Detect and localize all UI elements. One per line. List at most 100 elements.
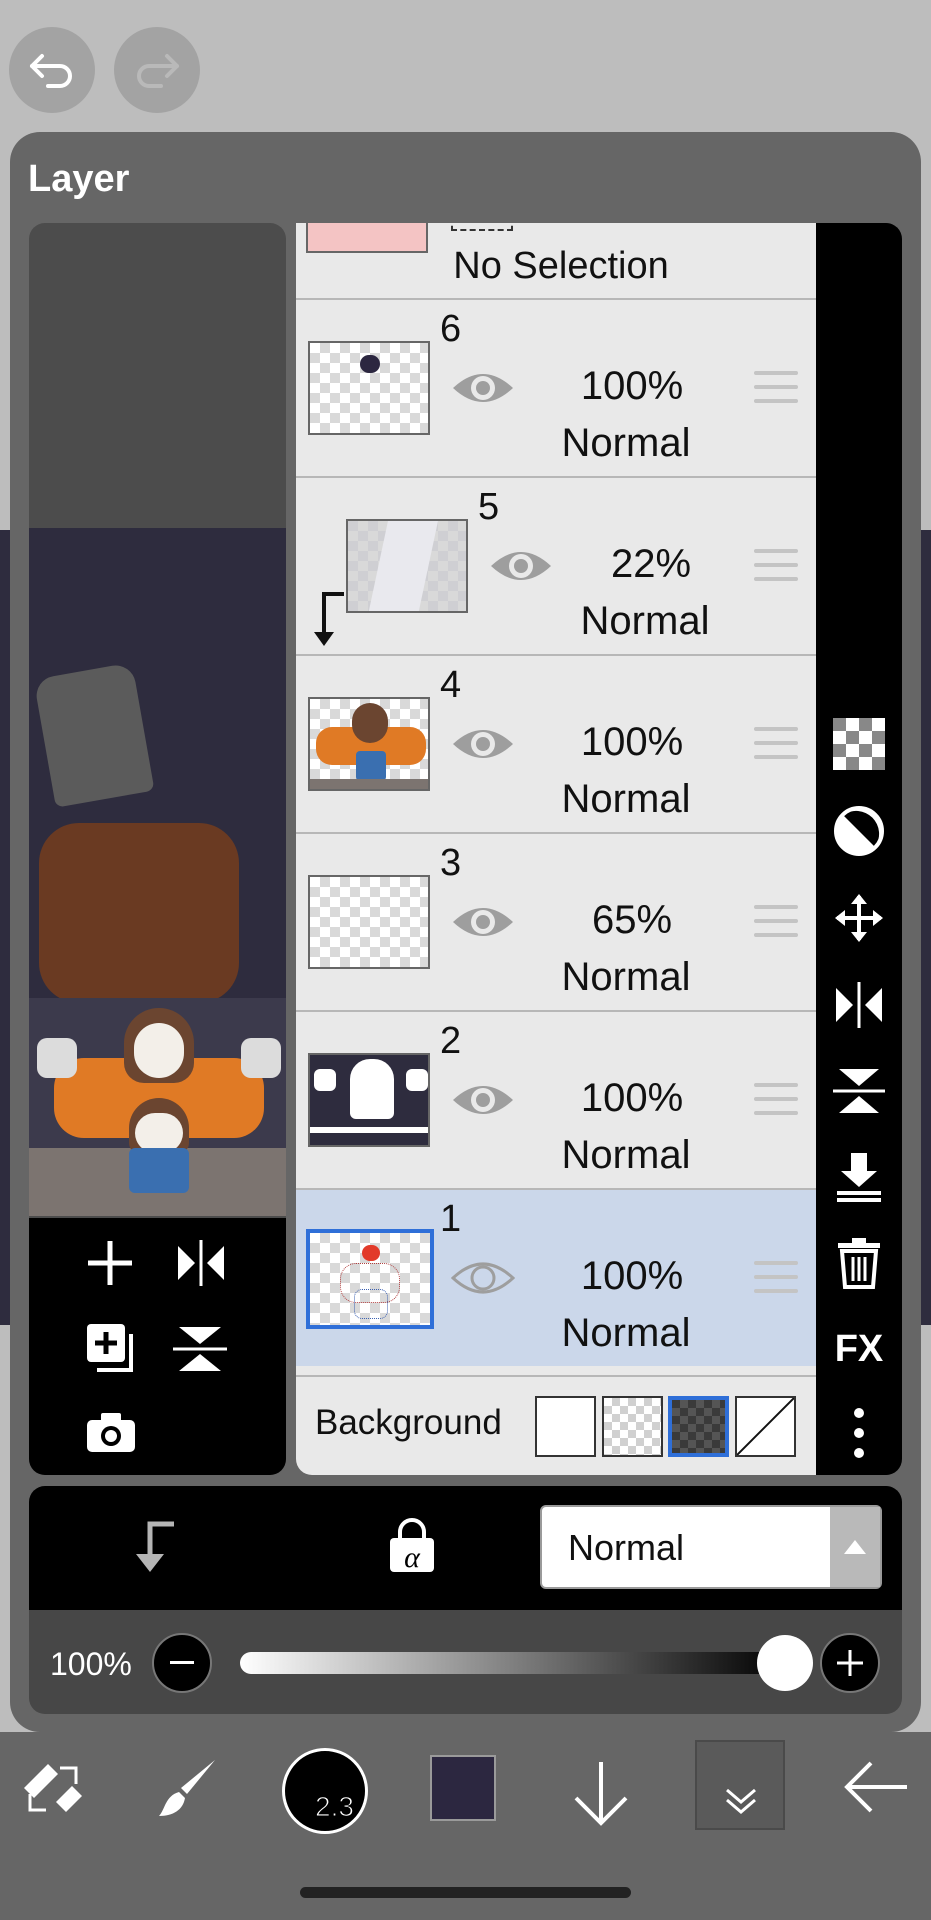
layer-number: 6 (440, 308, 462, 350)
transform-tool-button[interactable] (20, 1758, 86, 1825)
layer-number: 2 (440, 1020, 462, 1062)
layer-blend-mode: Normal (580, 599, 710, 643)
background-none-swatch[interactable] (735, 1396, 796, 1457)
caret-up-icon (844, 1540, 866, 1554)
layer-row-3[interactable]: 3 65% Normal (296, 832, 816, 1010)
layer-blend-mode: Normal (561, 1133, 691, 1177)
layer-blend-mode: Normal (561, 955, 691, 999)
layer-number: 4 (440, 664, 462, 706)
layer-down-button[interactable] (572, 1760, 630, 1831)
preview-thumbnail (29, 998, 286, 1216)
flip-horizontal-button[interactable] (828, 974, 890, 1036)
camera-icon (87, 1413, 135, 1452)
layer-number: 3 (440, 842, 462, 884)
slash-icon (736, 1397, 795, 1456)
layer-tools (29, 1218, 286, 1475)
flip-vertical-button[interactable] (828, 1060, 890, 1122)
layer-thumbnail (308, 875, 430, 969)
background-transparent-swatch[interactable] (602, 1396, 663, 1457)
brush-icon (159, 1760, 215, 1816)
layer-thumbnail (308, 1053, 430, 1147)
drag-handle-icon[interactable] (754, 905, 798, 941)
merge-down-button[interactable] (828, 1146, 890, 1208)
eye-icon[interactable] (451, 1080, 515, 1120)
color-button[interactable] (430, 1755, 496, 1821)
layer-row-2[interactable]: 2 100% Normal (296, 1010, 816, 1188)
delete-layer-button[interactable] (828, 1232, 890, 1294)
checker-button[interactable] (828, 713, 890, 775)
contrast-icon (834, 806, 884, 856)
background-dark-checker-swatch[interactable] (668, 1396, 729, 1457)
layer-row-1[interactable]: 1 100% Normal (296, 1188, 816, 1366)
layer-thumbnail (306, 1229, 434, 1329)
layer-panel-button[interactable] (695, 1740, 785, 1830)
arrow-down-icon (574, 1762, 628, 1826)
more-icon (854, 1408, 864, 1458)
drag-handle-icon[interactable] (754, 549, 798, 585)
flip-vertical-button[interactable] (173, 1324, 227, 1379)
layer-thumbnail (308, 697, 430, 791)
layer-row-4[interactable]: 4 100% Normal (296, 654, 816, 832)
layer-list: No Selection 6 100% Normal 5 22% Normal … (296, 223, 816, 1475)
camera-button[interactable] (85, 1410, 137, 1459)
fx-icon: FX (834, 1327, 884, 1370)
fx-button[interactable]: FX (828, 1318, 890, 1380)
drag-handle-icon[interactable] (754, 1261, 798, 1297)
flip-horizontal-icon (836, 982, 882, 1028)
layer-opacity: 100% (580, 1254, 684, 1298)
layer-row-5[interactable]: 5 22% Normal (296, 476, 816, 654)
flip-vertical-icon (833, 1069, 885, 1113)
contrast-button[interactable] (828, 800, 890, 862)
drag-handle-icon[interactable] (754, 727, 798, 763)
duplicate-layer-button[interactable] (85, 1322, 137, 1379)
undo-icon (30, 54, 72, 88)
plus-icon (837, 1650, 863, 1676)
more-button[interactable] (828, 1402, 890, 1464)
alpha-lock-button[interactable]: α (388, 1518, 436, 1579)
blend-mode-select[interactable]: Normal (540, 1505, 882, 1589)
layer-thumbnail (346, 519, 468, 613)
alpha-lock-icon: α (390, 1518, 434, 1574)
panel-title: Layer (28, 158, 130, 200)
layer-opacity: 65% (591, 898, 673, 942)
eye-icon[interactable] (451, 368, 515, 408)
opacity-slider-thumb[interactable] (757, 1635, 813, 1691)
drag-handle-icon[interactable] (754, 1083, 798, 1119)
clipping-button[interactable] (130, 1520, 178, 1579)
back-button[interactable] (843, 1760, 909, 1819)
layer-row-6[interactable]: 6 100% Normal (296, 298, 816, 476)
brush-size-button[interactable]: 2.3 (282, 1748, 368, 1834)
flip-horizontal-button[interactable] (175, 1240, 227, 1291)
selection-marquee-icon (451, 223, 513, 231)
clipping-arrow-icon (314, 592, 344, 646)
brush-size-value: 2.3 (315, 1791, 355, 1823)
blend-mode-toggle[interactable] (830, 1507, 880, 1587)
eye-icon[interactable] (451, 724, 515, 764)
undo-button[interactable] (9, 27, 95, 113)
checker-icon (833, 718, 885, 770)
opacity-slider-track[interactable] (240, 1652, 785, 1674)
merge-down-icon (837, 1153, 881, 1202)
home-indicator (300, 1887, 631, 1898)
transform-icon (24, 1764, 82, 1812)
opacity-increase-button[interactable] (820, 1633, 880, 1693)
eye-icon[interactable] (489, 546, 553, 586)
brush-tool-button[interactable] (155, 1756, 221, 1827)
layer-opacity: 100% (580, 364, 684, 408)
redo-button[interactable] (114, 27, 200, 113)
opacity-value: 100% (50, 1646, 132, 1682)
layer-number: 5 (478, 486, 500, 528)
svg-text:α: α (404, 1541, 421, 1574)
opacity-decrease-button[interactable] (152, 1633, 212, 1693)
add-layer-button[interactable] (85, 1238, 135, 1293)
background-white-swatch[interactable] (535, 1396, 596, 1457)
move-button[interactable] (828, 887, 890, 949)
eye-icon[interactable] (451, 1258, 515, 1298)
trash-icon (838, 1238, 880, 1289)
layer-number: 1 (440, 1198, 462, 1240)
redo-icon (137, 54, 179, 88)
drag-handle-icon[interactable] (754, 371, 798, 407)
flip-vertical-icon (173, 1327, 227, 1371)
no-selection-label[interactable]: No Selection (436, 245, 686, 288)
eye-icon[interactable] (451, 902, 515, 942)
